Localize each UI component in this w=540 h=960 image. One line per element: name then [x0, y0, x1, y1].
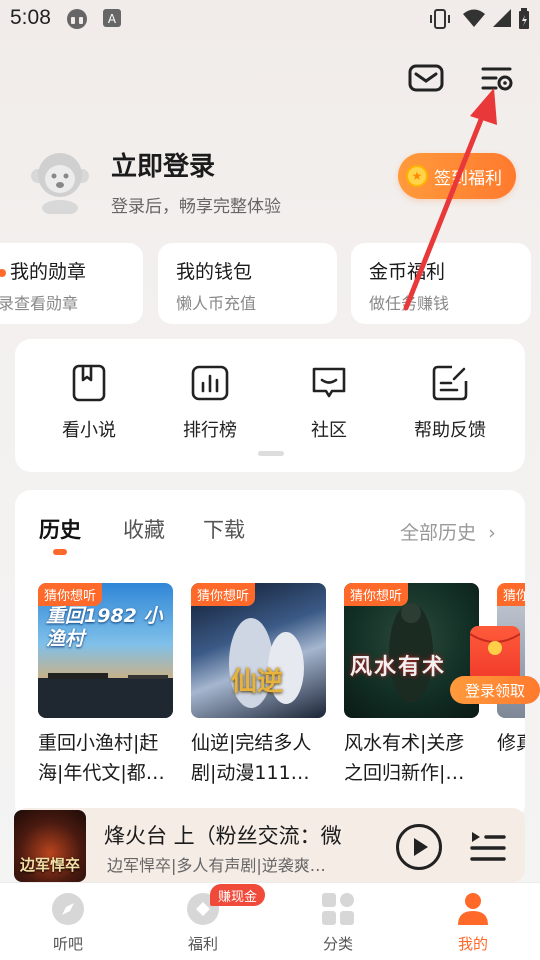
- cover-title-text: 风水有术: [350, 655, 447, 680]
- settings-button[interactable]: [480, 62, 516, 96]
- history-panel: 历史 收藏 下载 全部历史 › 猜你想听 重回1982 小渔村 重回小渔村|赶 …: [15, 490, 525, 820]
- feedback-icon: [430, 363, 470, 403]
- earn-cash-badge: 赚现金: [210, 884, 266, 906]
- signal-icon: [492, 8, 512, 32]
- bottom-nav: 听吧 福利 分类 我的: [0, 882, 540, 960]
- book-title: 风水有术|关彦 之回归新作|…: [344, 732, 465, 784]
- tab-downloads[interactable]: 下载: [203, 514, 245, 544]
- tab-history[interactable]: 历史: [39, 514, 81, 544]
- medal-card-subtitle: 录查看勋章: [0, 294, 79, 313]
- community-icon: [309, 363, 349, 403]
- medal-card-title: 我的勋章: [0, 257, 143, 284]
- player-cover-text: 边军悍卒: [20, 856, 81, 874]
- history-book-2[interactable]: 猜你想听 仙逆 仙逆|完结多人 剧|动漫111…: [191, 583, 326, 788]
- function-feedback[interactable]: 帮助反馈: [400, 363, 500, 442]
- book-title: 重回小渔村|赶 海|年代文|都…: [38, 732, 165, 784]
- battery-icon: [518, 8, 530, 34]
- coin-icon: ★: [406, 165, 428, 187]
- mail-icon: [408, 64, 444, 92]
- status-bar: 5:08 A: [0, 0, 540, 38]
- svg-text:A: A: [108, 12, 117, 26]
- function-panel: 看小说 排行榜 社区 帮助反馈: [15, 339, 525, 472]
- tab-favorites[interactable]: 收藏: [123, 514, 165, 544]
- guess-you-like-badge: 猜你想听: [497, 583, 525, 606]
- red-dot-icon: [0, 268, 6, 277]
- medal-card[interactable]: 我的勋章 录查看勋章: [0, 243, 143, 324]
- panel-page-indicator: [258, 451, 284, 456]
- ranking-icon: [190, 363, 230, 403]
- play-button[interactable]: [396, 824, 442, 870]
- tab-indicator: [53, 549, 67, 555]
- guess-you-like-badge: 猜你想听: [38, 583, 103, 606]
- person-icon: [455, 891, 491, 927]
- settings-list-icon: [481, 67, 513, 91]
- signin-bonus-label: 签到福利: [434, 168, 502, 189]
- wifi-icon: [462, 8, 486, 32]
- history-book-1[interactable]: 猜你想听 重回1982 小渔村 重回小渔村|赶 海|年代文|都…: [38, 583, 173, 788]
- compass-icon: [50, 891, 86, 927]
- book-title: 仙逆|完结多人 剧|动漫111…: [191, 732, 312, 784]
- book-cover: 猜你想听 重回1982 小渔村: [38, 583, 173, 718]
- wallet-card-subtitle: 懒人币充值: [176, 294, 257, 313]
- chevron-right-icon: ›: [488, 522, 496, 544]
- wallet-card-title: 我的钱包: [176, 261, 253, 283]
- function-ranking[interactable]: 排行榜: [160, 363, 260, 442]
- message-button[interactable]: [408, 62, 444, 96]
- player-cover[interactable]: 边军悍卒: [14, 810, 86, 882]
- signin-bonus-button[interactable]: ★ 签到福利: [398, 153, 516, 199]
- login-claim-button[interactable]: 登录领取: [450, 676, 540, 704]
- headset-icon: [64, 8, 90, 34]
- coin-bonus-card-subtitle: 做任务赚钱: [369, 294, 450, 313]
- guess-you-like-badge: 猜你想听: [344, 583, 409, 606]
- login-subtitle: 登录后，畅享完整体验: [111, 197, 281, 217]
- coin-bonus-card-title: 金币福利: [369, 261, 446, 283]
- guess-you-like-badge: 猜你想听: [191, 583, 256, 606]
- cover-title-text: 重回1982 小渔村: [46, 605, 163, 650]
- wallet-card[interactable]: 我的钱包 懒人币充值: [158, 243, 337, 324]
- vibrate-icon: [428, 8, 452, 34]
- player-track-title: 烽火台 上（粉丝交流：微: [104, 824, 342, 848]
- a-app-icon: A: [102, 8, 122, 32]
- function-read-novel[interactable]: 看小说: [39, 363, 139, 442]
- function-community[interactable]: 社区: [279, 363, 379, 442]
- red-envelope-icon[interactable]: [469, 626, 521, 682]
- status-time: 5:08: [10, 6, 51, 29]
- login-title[interactable]: 立即登录: [111, 146, 215, 183]
- play-icon: [414, 838, 428, 856]
- playlist-button[interactable]: [470, 826, 506, 866]
- monkey-avatar-icon: [31, 153, 89, 216]
- nav-mine[interactable]: 我的: [433, 891, 513, 954]
- book-title: 修真: [497, 732, 525, 754]
- playlist-icon: [470, 832, 506, 861]
- book-icon: [69, 363, 109, 403]
- cover-title-text: 仙逆: [231, 667, 284, 697]
- avatar[interactable]: [30, 148, 90, 216]
- nav-category[interactable]: 分类: [298, 891, 378, 954]
- coin-bonus-card[interactable]: 金币福利 做任务赚钱: [351, 243, 531, 324]
- all-history-link[interactable]: 全部历史 ›: [400, 518, 496, 545]
- book-cover: 猜你想听 仙逆: [191, 583, 326, 718]
- nav-listen[interactable]: 听吧: [28, 891, 108, 954]
- grid-icon: [320, 891, 356, 927]
- player-track-subtitle: 边军悍卒|多人有声剧|逆袭爽…: [107, 856, 326, 875]
